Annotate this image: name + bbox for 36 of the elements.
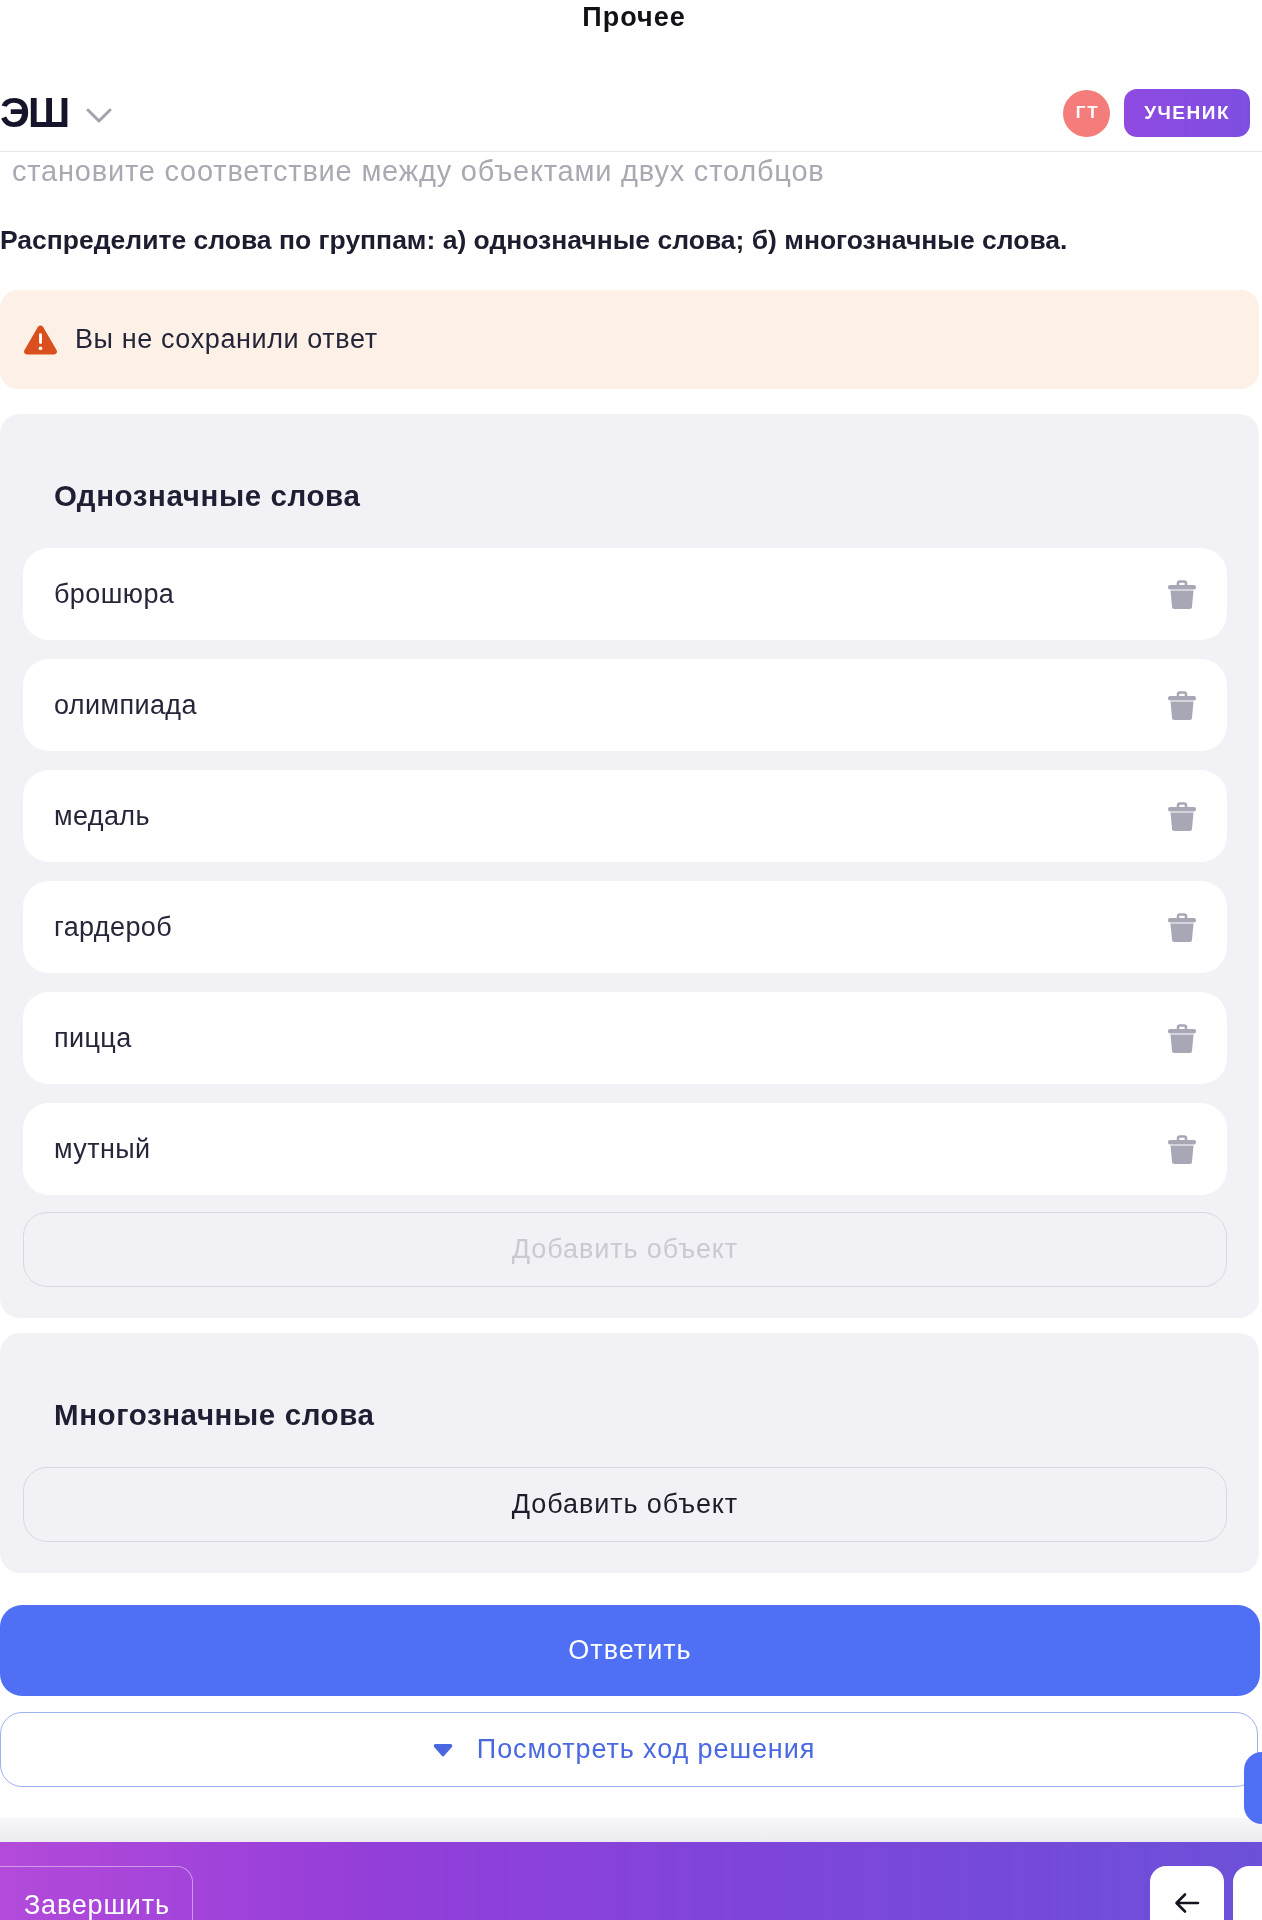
trash-icon[interactable] bbox=[1167, 579, 1197, 609]
word-text: пицца bbox=[54, 1022, 132, 1054]
word-item[interactable]: брошюра bbox=[23, 548, 1227, 640]
warning-icon bbox=[23, 324, 58, 355]
group-title: Многозначные слова bbox=[53, 1397, 376, 1433]
task-instruction: Распределите слова по группам: а) однозначные слова; б) многозначные слова. bbox=[0, 224, 1069, 257]
submit-button[interactable]: Ответить bbox=[0, 1605, 1260, 1696]
trash-icon[interactable] bbox=[1167, 1134, 1197, 1164]
back-button[interactable] bbox=[1150, 1866, 1224, 1920]
trash-icon[interactable] bbox=[1167, 912, 1197, 942]
word-text: брошюра bbox=[54, 578, 175, 610]
word-item[interactable]: пицца bbox=[23, 992, 1227, 1084]
word-text: медаль bbox=[54, 800, 150, 832]
task-type-hint: становите соответствие между объектами двух столбцов bbox=[11, 154, 826, 189]
trash-icon[interactable] bbox=[1167, 801, 1197, 831]
word-item[interactable]: олимпиада bbox=[23, 659, 1227, 751]
role-badge: УЧЕНИК bbox=[1124, 89, 1250, 137]
word-text: гардероб bbox=[54, 911, 173, 943]
page-title: Прочее bbox=[582, 1, 686, 34]
logo-text: ЭШ bbox=[0, 89, 69, 137]
word-text: олимпиада bbox=[54, 689, 197, 721]
word-item[interactable]: гардероб bbox=[23, 881, 1227, 973]
round-action-button[interactable] bbox=[1244, 1752, 1262, 1824]
add-object-button[interactable]: Добавить объект bbox=[23, 1467, 1227, 1542]
word-item[interactable]: мутный bbox=[23, 1103, 1227, 1195]
word-text: мутный bbox=[54, 1133, 151, 1165]
forward-button[interactable] bbox=[1233, 1866, 1262, 1920]
group-title: Однозначные слова bbox=[53, 478, 362, 514]
finish-button[interactable]: Завершить bbox=[0, 1866, 193, 1920]
trash-icon[interactable] bbox=[1167, 690, 1197, 720]
alert-message: Вы не сохранили ответ bbox=[75, 324, 378, 355]
arrow-left-icon bbox=[1174, 1892, 1200, 1914]
chevron-down-icon[interactable] bbox=[86, 107, 113, 123]
trash-icon[interactable] bbox=[1167, 1023, 1197, 1053]
show-solution-button[interactable]: Посмотреть ход решения bbox=[0, 1712, 1258, 1787]
word-item[interactable]: медаль bbox=[23, 770, 1227, 862]
